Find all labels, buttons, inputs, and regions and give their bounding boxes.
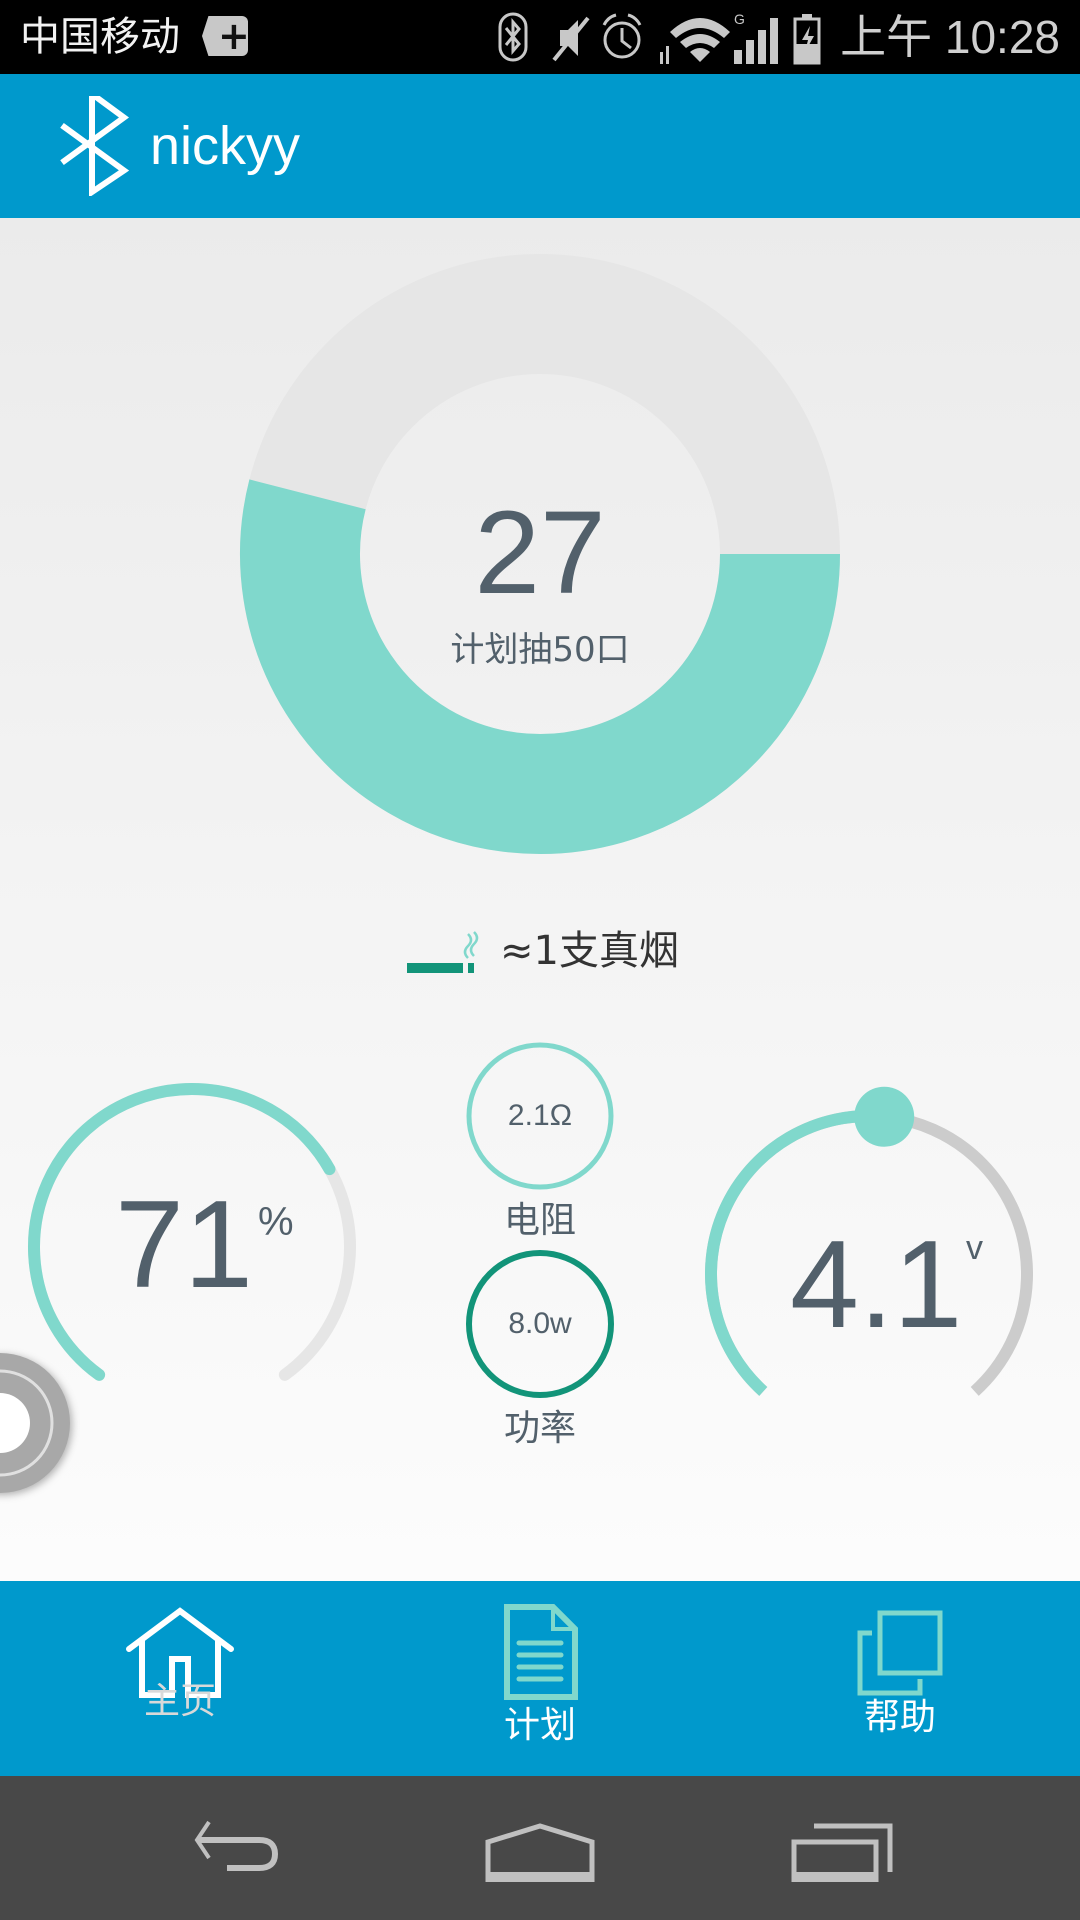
- gauges-canvas: [0, 254, 1033, 1493]
- plus-badge-icon: +: [202, 16, 248, 56]
- voltage-slider-knob[interactable]: [854, 1086, 915, 1147]
- main-dashboard: 27 计划抽50口 ≈1支真烟 71 % 电池 2.1Ω 电阻 8.0w 功率 …: [0, 218, 1080, 1725]
- tab-plan[interactable]: 计划: [360, 1581, 720, 1776]
- bluetooth-icon: [498, 12, 528, 62]
- carrier-name: 中国移动: [20, 14, 180, 60]
- signal-icon: G: [734, 11, 778, 64]
- floating-assistive-button[interactable]: [0, 1353, 70, 1493]
- system-navigation-bar: [0, 1776, 1080, 1920]
- alarm-icon: [602, 13, 642, 59]
- voltage-value: 4.1: [790, 1216, 963, 1354]
- back-icon[interactable]: [185, 1818, 295, 1878]
- tab-help-label: 帮助: [863, 1697, 936, 1738]
- battery-value: 71: [115, 1176, 253, 1314]
- bottom-tab-bar: 主页 计划 帮助: [0, 1581, 1080, 1776]
- status-bar: 中国移动 + G 上午 10:28: [0, 0, 1080, 74]
- copy-icon: [857, 1610, 943, 1696]
- battery-unit: %: [258, 1200, 294, 1244]
- bluetooth-icon[interactable]: [58, 96, 138, 196]
- battery-charging-icon: [793, 14, 821, 65]
- resistance-value[interactable]: 2.1Ω: [466, 1096, 614, 1136]
- tab-home-label: 主页: [143, 1681, 216, 1722]
- mute-icon: [552, 16, 590, 62]
- recents-icon[interactable]: [790, 1822, 896, 1882]
- tab-home[interactable]: 主页: [0, 1581, 360, 1776]
- device-name: nickyy: [150, 116, 301, 176]
- home-icon[interactable]: [484, 1822, 596, 1882]
- voltage-unit: v: [966, 1229, 983, 1267]
- app-header: nickyy: [0, 74, 1080, 218]
- puffs-count: 27: [474, 487, 606, 619]
- wifi-icon: [660, 18, 730, 64]
- document-icon: [504, 1604, 578, 1700]
- status-icons: G: [498, 11, 821, 65]
- tab-plan-label: 计划: [503, 1705, 576, 1746]
- network-type: G: [734, 11, 745, 27]
- power-value[interactable]: 8.0w: [466, 1304, 614, 1344]
- cigarette-equivalent: ≈1支真烟: [500, 928, 679, 974]
- puffs-plan-label: 计划抽50口: [450, 630, 630, 670]
- cigarette-icon: [407, 931, 479, 973]
- status-time: 上午 10:28: [840, 11, 1060, 63]
- resistance-label: 电阻: [503, 1200, 576, 1241]
- power-label: 功率: [503, 1408, 576, 1449]
- tab-help[interactable]: 帮助: [720, 1581, 1080, 1776]
